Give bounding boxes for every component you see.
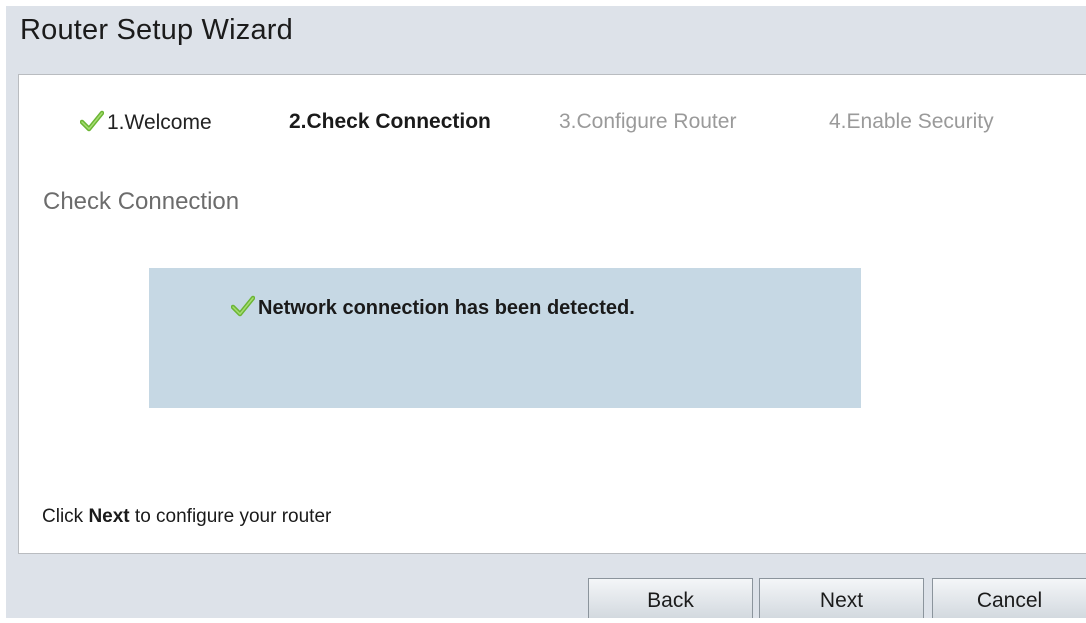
wizard-title: Router Setup Wizard [20,14,293,46]
step-label: 2.Check Connection [289,110,491,133]
step-check-connection: 2.Check Connection [289,110,491,134]
instruction-emphasis: Next [88,506,130,527]
checkmark-icon [230,295,256,323]
instruction-suffix: to configure your router [129,506,332,527]
status-line: Network connection has been detected. [230,295,635,323]
next-button[interactable]: Next [759,578,924,618]
status-message: Network connection has been detected. [258,297,635,319]
checkmark-icon [79,110,105,138]
step-welcome: 1.Welcome [79,110,212,138]
section-heading: Check Connection [43,188,240,215]
cancel-button[interactable]: Cancel [932,578,1086,618]
instruction-prefix: Click [42,506,89,527]
step-configure-router: 3.Configure Router [559,110,736,134]
step-label: 1.Welcome [107,111,212,134]
step-label: 3.Configure Router [559,110,737,133]
back-button[interactable]: Back [588,578,753,618]
instruction-text: Click Next to configure your router [42,506,331,528]
step-label: 4.Enable Security [829,110,994,133]
status-box: Network connection has been detected. [149,268,861,408]
step-enable-security: 4.Enable Security [829,110,994,134]
